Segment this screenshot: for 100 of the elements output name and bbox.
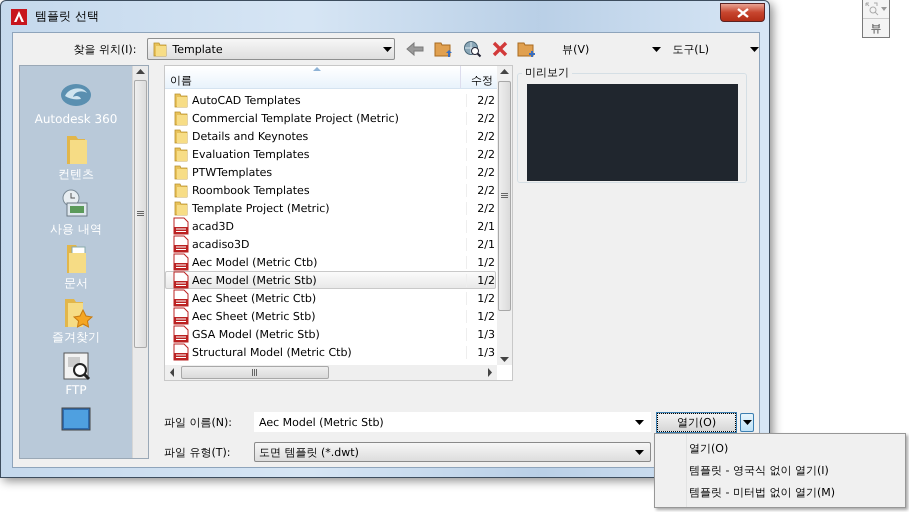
template-file-icon [173,235,189,253]
folder-icon [173,110,189,126]
file-row[interactable]: PTWTemplates 2/2 [165,163,496,181]
app-logo-icon [11,8,27,24]
sort-arrow-icon [313,66,321,71]
file-type-label: 파일 유형(T): [164,444,232,460]
modified-date: 2/1 [466,238,495,250]
file-name: Structural Model (Metric Ctb) [192,346,353,358]
template-file-icon [173,289,189,307]
folder-icon [173,92,189,108]
file-name: GSA Model (Metric Stb) [192,328,321,340]
file-name-label: 파일 이름(N): [164,414,234,430]
grip-icon[interactable] [252,369,258,376]
globe-search-icon[interactable] [463,40,484,58]
file-name-field[interactable]: Aec Model (Metric Stb) [254,412,651,432]
file-row[interactable]: Template Project (Metric) 2/2 [165,199,496,217]
caret-icon[interactable] [750,46,759,52]
modified-date: 1/2 [466,256,495,268]
file-name: Template Project (Metric) [192,202,331,214]
modified-date: 1/3 [466,346,495,358]
file-type-dropdown[interactable]: 도면 템플릿 (*.dwt) [254,442,651,462]
template-file-icon [173,343,189,361]
look-in-value: Template [172,42,224,56]
file-row[interactable]: Details and Keynotes 2/2 [165,127,496,145]
file-row[interactable]: Aec Sheet (Metric Ctb) 1/2 [165,289,496,307]
template-file-icon [173,271,189,289]
folder-icon [173,164,189,180]
scrollbar[interactable] [497,66,512,365]
dropdown-arrow-button[interactable] [740,412,754,432]
folder-icon [173,200,189,216]
modified-date: 2/1 [466,220,495,232]
caret-icon [742,420,752,424]
file-name: Aec Model (Metric Stb) [192,274,318,286]
grip-icon[interactable] [137,211,144,217]
back-arrow-icon[interactable] [405,41,426,57]
file-name: AutoCAD Templates [192,94,302,106]
file-row[interactable]: Aec Model (Metric Stb) 1/2 [165,271,496,289]
file-row[interactable]: Roombook Templates 2/2 [165,181,496,199]
folder-icon [152,41,168,57]
look-in-dropdown[interactable]: Template [147,38,396,60]
modified-date: 1/2 [466,274,495,286]
folder-icon [173,128,189,144]
folder-up-icon[interactable] [434,40,454,58]
modified-date: 2/2 [466,148,495,160]
file-row[interactable]: acad3D 2/1 [165,217,496,235]
modified-date: 2/2 [466,166,495,178]
preview-label: 미리보기 [522,65,572,80]
close-button[interactable] [720,3,765,22]
modified-date: 2/2 [466,112,495,124]
delete-icon[interactable] [492,41,508,57]
file-row[interactable]: Commercial Template Project (Metric) 2/2 [165,109,496,127]
caret-icon[interactable] [635,450,644,454]
grip-icon[interactable] [501,192,508,198]
template-file-icon [173,217,189,235]
tools-menu-button[interactable]: 도구(L) [670,42,711,56]
new-folder-icon[interactable] [517,40,538,58]
template-file-icon [173,253,189,271]
file-row[interactable]: Aec Model (Metric Ctb) 1/2 [165,253,496,271]
file-name: Evaluation Templates [192,148,310,160]
folder-icon [173,146,189,162]
file-row[interactable]: AutoCAD Templates 2/2 [165,91,496,109]
look-in-label: 찾을 위치(I): [72,42,138,56]
column-header[interactable]: 수정 [461,66,493,88]
scrollbar[interactable] [132,66,148,458]
file-name: Aec Sheet (Metric Stb) [192,310,316,322]
modified-date: 1/2 [466,310,495,322]
modified-date: 2/2 [466,184,495,196]
modified-date: 2/2 [466,202,495,214]
view-menu-button[interactable]: 뷰(V) [560,42,592,56]
file-row[interactable]: acadiso3D 2/1 [165,235,496,253]
scrollbar[interactable] [165,365,497,380]
view-label: 뷰 [870,20,882,36]
template-file-icon [173,325,189,343]
folder-icon [173,182,189,198]
file-name: Aec Sheet (Metric Ctb) [192,292,318,304]
file-name: Aec Model (Metric Ctb) [192,256,318,268]
scroll-left-icon[interactable] [169,368,175,377]
file-row[interactable]: Evaluation Templates 2/2 [165,145,496,163]
file-row[interactable]: GSA Model (Metric Stb) 1/3 [165,325,496,343]
file-name: Commercial Template Project (Metric) [192,112,400,124]
file-name: acad3D [192,220,235,232]
menu-item[interactable]: 열기(O) [655,437,905,459]
open-button[interactable]: 열기(O) [657,412,736,432]
scroll-right-icon[interactable] [487,368,493,377]
caret-icon[interactable] [635,420,644,424]
template-file-icon [173,307,189,325]
modified-date: 2/2 [466,130,495,142]
caret-icon [383,46,392,52]
menu-item[interactable]: 템플릿 - 영국식 없이 열기(I) [655,459,905,481]
file-name: acadiso3D [192,238,250,250]
modified-date: 1/3 [466,328,495,340]
window-title: 템플릿 선택 [35,8,100,25]
file-name: Roombook Templates [192,184,311,196]
close-icon [736,8,748,18]
modified-date: 1/2 [466,292,495,304]
file-name: Details and Keynotes [192,130,310,142]
file-row[interactable]: Structural Model (Metric Ctb) 1/3 [165,343,496,361]
caret-icon[interactable] [652,46,662,52]
menu-item[interactable]: 템플릿 - 미터법 없이 열기(M) [655,481,905,503]
file-row[interactable]: Aec Sheet (Metric Stb) 1/2 [165,307,496,325]
